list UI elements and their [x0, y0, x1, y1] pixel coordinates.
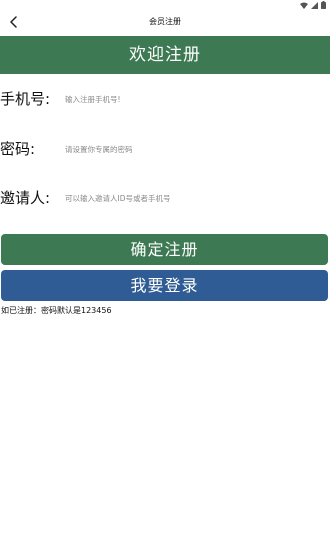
wifi-icon [300, 2, 308, 9]
inviter-label: 邀请人: [0, 189, 51, 207]
register-button[interactable]: 确定注册 [1, 234, 328, 265]
battery-icon [321, 1, 326, 9]
password-label: 密码: [0, 140, 36, 158]
status-icons [300, 0, 326, 10]
status-bar [0, 0, 330, 10]
welcome-banner: 欢迎注册 [0, 36, 330, 74]
password-row: 密码: [0, 137, 330, 161]
signal-icon [311, 1, 318, 9]
phone-input[interactable] [60, 89, 320, 109]
inviter-row: 邀请人: [0, 186, 330, 210]
page-title: 会员注册 [149, 17, 181, 26]
default-password-hint: 如已注册：密码默认是123456 [1, 306, 112, 315]
inviter-input[interactable] [60, 188, 320, 208]
login-button[interactable]: 我要登录 [1, 270, 328, 301]
password-input[interactable] [60, 139, 320, 159]
phone-row: 手机号: [0, 87, 330, 111]
nav-bar: 会员注册 [0, 10, 330, 34]
phone-label: 手机号: [0, 90, 51, 108]
